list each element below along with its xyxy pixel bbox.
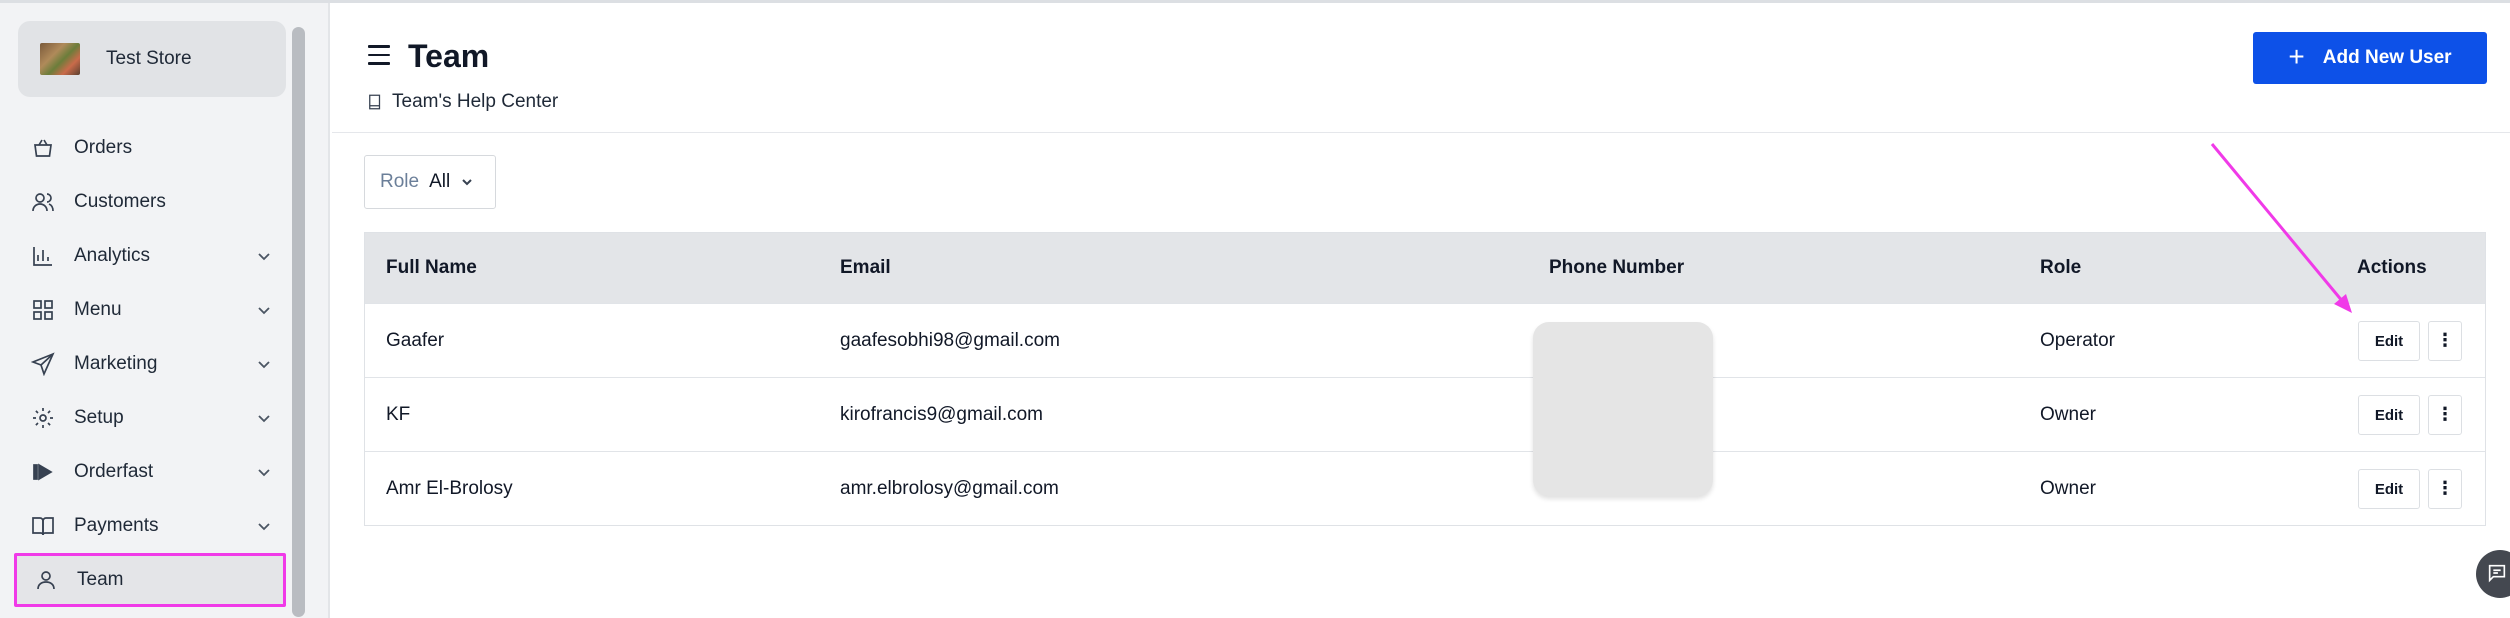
annotation-arrow	[2210, 143, 2352, 313]
store-avatar	[40, 43, 80, 75]
users-icon	[30, 189, 56, 215]
user-icon	[33, 567, 59, 593]
column-header-actions: Actions	[2357, 257, 2427, 278]
table-row[interactable]: KF kirofrancis9@gmail.com Owner Edit ⋮	[365, 377, 2485, 451]
chevron-down-icon[interactable]	[254, 516, 274, 536]
sidebar-item-label: Team	[77, 569, 124, 590]
sidebar-item-payments[interactable]: Payments	[14, 499, 286, 553]
phone-redaction-overlay	[1533, 322, 1713, 496]
column-header-full-name[interactable]: Full Name	[386, 257, 477, 279]
role-filter-key: Role	[380, 171, 420, 192]
book-icon	[369, 94, 381, 110]
main-content: Team Team's Help Center + Add New User R…	[332, 3, 2510, 618]
gear-icon	[30, 405, 56, 431]
grid-icon	[30, 297, 56, 323]
edit-button[interactable]: Edit	[2358, 321, 2420, 361]
cell-full-name: Gaafer	[386, 330, 445, 351]
bar-chart-icon	[30, 243, 56, 269]
add-new-user-label: Add New User	[2322, 47, 2452, 68]
cell-email: kirofrancis9@gmail.com	[840, 404, 1044, 425]
table-row[interactable]: Gaafer gaafesobhi98@gmail.com Operator E…	[365, 303, 2485, 377]
add-new-user-button[interactable]: + Add New User	[2253, 32, 2487, 84]
cell-email: amr.elbrolosy@gmail.com	[840, 478, 1059, 499]
plus-icon: +	[2288, 40, 2305, 72]
cell-full-name: KF	[386, 404, 411, 425]
sidebar-item-menu[interactable]: Menu	[14, 283, 286, 337]
sidebar-item-label: Orders	[74, 137, 133, 158]
chevron-down-icon[interactable]	[254, 246, 274, 266]
chat-icon	[2488, 564, 2506, 583]
sidebar-item-label: Payments	[74, 515, 159, 536]
cell-full-name: Amr El-Brolosy	[386, 478, 513, 499]
chevron-down-icon[interactable]	[254, 300, 274, 320]
more-options-icon[interactable]: ⋮	[2428, 469, 2462, 509]
more-options-icon[interactable]: ⋮	[2428, 395, 2462, 435]
role-filter-dropdown[interactable]: Role All	[364, 155, 496, 209]
chevron-down-icon	[462, 179, 472, 186]
hamburger-menu-icon[interactable]	[368, 45, 392, 69]
store-name: Test Store	[106, 48, 192, 69]
cell-role: Owner	[2040, 478, 2096, 499]
chevron-down-icon[interactable]	[254, 462, 274, 482]
sidebar-item-label: Menu	[74, 299, 122, 320]
sidebar-item-marketing[interactable]: Marketing	[14, 337, 286, 391]
sidebar-item-team[interactable]: Team	[14, 553, 286, 607]
column-header-role[interactable]: Role	[2040, 257, 2081, 279]
sidebar-item-label: Marketing	[74, 353, 158, 374]
sidebar: Test Store Orders Customers Analytics Me…	[0, 3, 330, 618]
page-title: Team	[408, 38, 490, 74]
chevron-down-icon[interactable]	[254, 408, 274, 428]
column-header-email[interactable]: Email	[840, 257, 891, 279]
book-icon	[30, 513, 56, 539]
page-header: Team Team's Help Center + Add New User	[332, 3, 2510, 133]
sidebar-item-label: Setup	[74, 407, 124, 428]
sidebar-nav: Orders Customers Analytics Menu Marketin…	[14, 121, 286, 607]
cell-role: Operator	[2040, 330, 2115, 351]
team-table: Full Name Email Phone Number Role Action…	[364, 232, 2486, 526]
chevron-down-icon[interactable]	[254, 354, 274, 374]
column-header-phone[interactable]: Phone Number	[1549, 257, 1684, 279]
sidebar-item-orders[interactable]: Orders	[14, 121, 286, 175]
cell-email: gaafesobhi98@gmail.com	[840, 330, 1060, 351]
sidebar-item-orderfast[interactable]: Orderfast	[14, 445, 286, 499]
sidebar-item-customers[interactable]: Customers	[14, 175, 286, 229]
cell-role: Owner	[2040, 404, 2096, 425]
sidebar-item-setup[interactable]: Setup	[14, 391, 286, 445]
edit-button[interactable]: Edit	[2358, 469, 2420, 509]
table-header: Full Name Email Phone Number Role Action…	[365, 233, 2485, 303]
store-switcher[interactable]: Test Store	[18, 21, 286, 97]
play-icon	[30, 459, 56, 485]
role-filter-value: All	[429, 171, 451, 192]
help-center-link[interactable]: Team's Help Center	[366, 91, 558, 113]
table-row[interactable]: Amr El-Brolosy amr.elbrolosy@gmail.com O…	[365, 451, 2485, 525]
sidebar-item-analytics[interactable]: Analytics	[14, 229, 286, 283]
sidebar-item-label: Orderfast	[74, 461, 154, 482]
sidebar-item-label: Analytics	[74, 245, 151, 266]
more-options-icon[interactable]: ⋮	[2428, 321, 2462, 361]
sidebar-scrollbar[interactable]	[292, 27, 305, 617]
send-icon	[30, 351, 56, 377]
edit-button[interactable]: Edit	[2358, 395, 2420, 435]
sidebar-item-label: Customers	[74, 191, 166, 212]
shopping-bag-icon	[30, 135, 56, 161]
help-center-label: Team's Help Center	[392, 91, 559, 112]
